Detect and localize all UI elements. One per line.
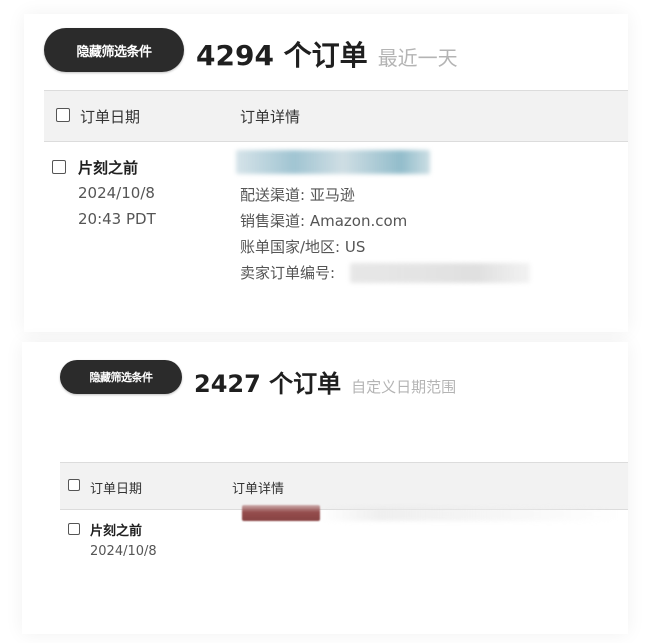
date-range-label: 最近一天: [377, 46, 458, 70]
order-time: 20:43 PDT: [78, 210, 156, 228]
select-all-checkbox[interactable]: [56, 108, 70, 122]
column-header-order-date[interactable]: 订单日期: [80, 106, 140, 127]
order-relative-time: 片刻之前: [78, 159, 139, 177]
order-relative-time: 片刻之前: [90, 524, 143, 539]
redacted-order-details: [320, 507, 620, 521]
order-date: 2024/10/8: [78, 184, 155, 202]
redacted-order-id: [236, 150, 430, 174]
hide-filters-button[interactable]: 隐藏筛选条件: [60, 360, 182, 394]
order-count-heading: 4294 个订单 最近一天: [196, 34, 458, 74]
column-header-order-details: 订单详情: [232, 482, 285, 497]
order-count-heading: 2427 个订单 自定义日期范围: [194, 364, 456, 399]
column-header-order-details: 订单详情: [240, 108, 301, 126]
orders-table-header: 订单日期 订单详情: [44, 90, 628, 142]
seller-order-id-label: 卖家订单编号:: [240, 264, 336, 282]
orders-panel-recent: 隐藏筛选条件 4294 个订单 最近一天 订单日期 订单详情 片刻之前 2024…: [24, 14, 628, 332]
redacted-seller-order-id: [350, 263, 530, 283]
select-all-checkbox[interactable]: [68, 479, 80, 491]
date-range-label: 自定义日期范围: [351, 378, 457, 396]
order-count: 4294 个订单: [196, 39, 368, 72]
row-select-checkbox[interactable]: [68, 523, 80, 535]
row-select-checkbox[interactable]: [52, 160, 66, 174]
order-count: 2427 个订单: [194, 370, 342, 398]
billing-country: 账单国家/地区: US: [240, 238, 366, 256]
fulfillment-channel: 配送渠道: 亚马逊: [240, 186, 355, 204]
orders-table-header: 订单日期 订单详情: [60, 462, 628, 510]
redacted-order-id: [242, 505, 320, 521]
sales-channel: 销售渠道: Amazon.com: [240, 212, 408, 230]
order-date: 2024/10/8: [90, 544, 157, 559]
hide-filters-button[interactable]: 隐藏筛选条件: [44, 28, 184, 72]
column-header-order-date[interactable]: 订单日期: [90, 478, 142, 497]
orders-panel-custom-range: 隐藏筛选条件 2427 个订单 自定义日期范围 订单日期 订单详情 片刻之前 2…: [22, 342, 628, 634]
